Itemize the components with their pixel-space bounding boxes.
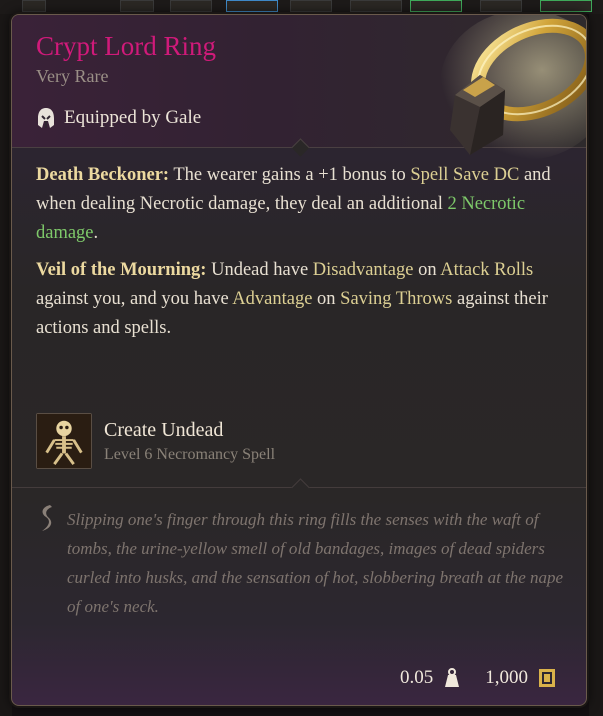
- hotbar-slot[interactable]: [226, 0, 278, 12]
- keyword-saving-throws[interactable]: Saving Throws: [340, 289, 452, 309]
- ability-text-part: .: [93, 223, 99, 243]
- spell-level: Level 6 Necromancy Spell: [104, 445, 276, 463]
- weight-icon: [445, 668, 460, 687]
- background-right-edge: [589, 14, 603, 716]
- spell-name: Create Undead: [104, 418, 224, 441]
- hotbar-slot[interactable]: [120, 0, 154, 12]
- hotbar-slot[interactable]: [540, 0, 592, 12]
- keyword-disadvantage[interactable]: Disadvantage: [313, 260, 414, 280]
- helmet-icon: [38, 108, 54, 128]
- ability-name: Death Beckoner:: [36, 165, 170, 185]
- ability-text-part: Undead have: [206, 260, 313, 280]
- ring-art: [440, 15, 586, 160]
- lore-text: Slipping one's finger through this ring …: [67, 510, 564, 616]
- spell-info: Create Undead Level 6 Necromancy Spell: [104, 419, 275, 464]
- ability-text: Death Beckoner: The wearer gains a +1 bo…: [36, 161, 566, 351]
- keyword-attack-rolls[interactable]: Attack Rolls: [440, 260, 533, 280]
- hotbar-slot[interactable]: [350, 0, 402, 12]
- item-tooltip: Crypt Lord Ring Very Rare Equipped by Ga…: [11, 14, 587, 706]
- equipped-label: Equipped by Gale: [64, 107, 202, 128]
- lore-divider-notch: [291, 478, 310, 497]
- ability-text-part: on: [312, 289, 341, 309]
- equipped-by: Equipped by Gale: [36, 107, 201, 129]
- hotbar-slot[interactable]: [410, 0, 462, 12]
- ability-text-part: The wearer gains a +1 bonus to: [169, 165, 411, 185]
- hotbar-slot[interactable]: [22, 0, 46, 12]
- ability-text-part: against you, and you have: [36, 289, 233, 309]
- ability-text-part: on: [413, 260, 441, 280]
- item-weight: 0.05: [400, 667, 434, 688]
- item-title: Crypt Lord Ring: [36, 31, 216, 61]
- hotbar-slot[interactable]: [290, 0, 332, 12]
- background-hotbar: [0, 0, 603, 14]
- item-rarity: Very Rare: [36, 66, 109, 86]
- keyword-advantage[interactable]: Advantage: [232, 289, 312, 309]
- item-value: 1,000: [485, 667, 528, 688]
- ability-death-beckoner: Death Beckoner: The wearer gains a +1 bo…: [36, 161, 566, 248]
- hotbar-slot[interactable]: [480, 0, 522, 12]
- gold-icon: [539, 669, 555, 687]
- keyword-spell-save-dc[interactable]: Spell Save DC: [410, 165, 519, 185]
- item-footer: 0.05 1,000: [400, 667, 556, 689]
- granted-spell[interactable]: Create Undead Level 6 Necromancy Spell: [36, 413, 275, 469]
- quill-icon: [42, 505, 52, 531]
- skeleton-icon: [36, 413, 92, 469]
- ability-name: Veil of the Mourning:: [36, 260, 207, 280]
- hotbar-slot[interactable]: [170, 0, 212, 12]
- ability-veil-of-the-mourning: Veil of the Mourning: Undead have Disadv…: [36, 256, 566, 343]
